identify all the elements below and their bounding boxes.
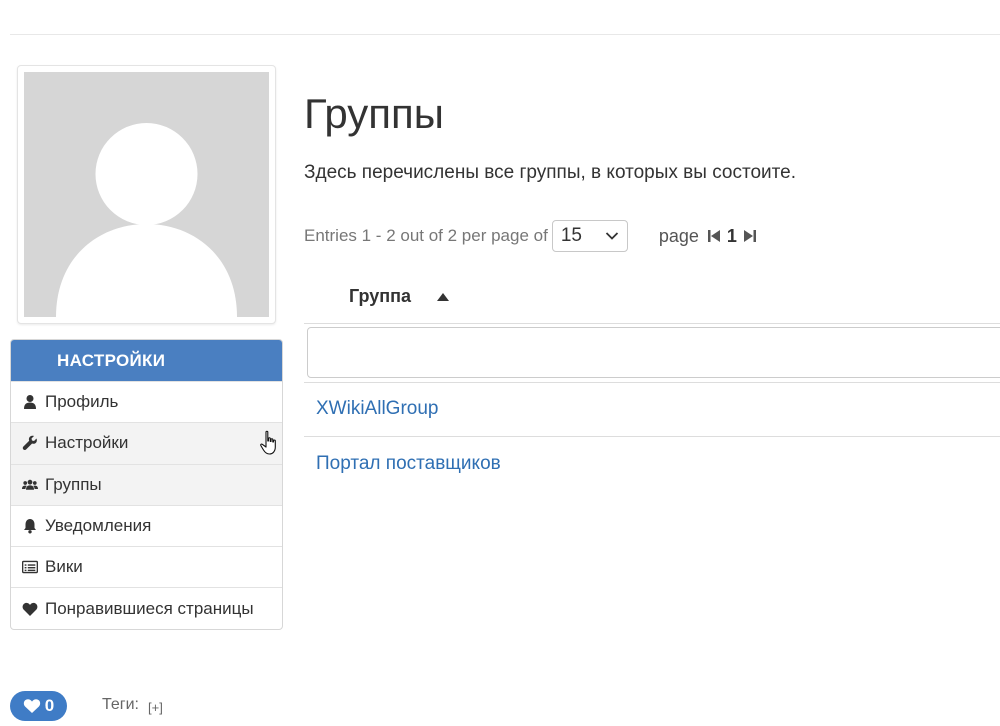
last-page-button[interactable]: [743, 228, 757, 244]
group-filter-input[interactable]: [307, 327, 1000, 378]
pagination-bar: Entries 1 - 2 out of 2 per page of 15 pa…: [304, 220, 757, 252]
group-link[interactable]: XWikiAllGroup: [316, 398, 438, 420]
avatar-placeholder-icon: [24, 72, 269, 317]
page-label: page: [658, 225, 699, 246]
heart-icon: [23, 699, 40, 713]
settings-item-label: Профиль: [45, 392, 119, 412]
heart-icon: [21, 600, 39, 618]
step-backward-icon: [707, 230, 720, 242]
page-title: Группы: [304, 90, 444, 137]
current-page-number[interactable]: 1: [727, 226, 737, 247]
settings-item-label: Настройки: [45, 433, 129, 453]
group-link[interactable]: Портал поставщиков: [316, 453, 501, 475]
table-header-divider: [304, 323, 1000, 324]
add-tag-link[interactable]: [+]: [148, 700, 163, 715]
tags-label: Теги:: [102, 696, 139, 713]
settings-item-label: Уведомления: [45, 516, 152, 536]
settings-item-label: Группы: [45, 474, 102, 494]
settings-item-label: Понравившиеся страницы: [45, 598, 254, 618]
entries-summary: Entries 1 - 2 out of 2 per page of: [304, 226, 548, 245]
settings-heading: НАСТРОЙКИ: [11, 340, 282, 381]
settings-item-profile[interactable]: Профиль: [11, 381, 282, 422]
table-row-divider: [304, 382, 1000, 383]
settings-item-wikis[interactable]: Вики: [11, 546, 282, 587]
table-row-divider: [304, 436, 1000, 437]
settings-item-liked-pages[interactable]: Понравившиеся страницы: [11, 587, 282, 628]
per-page-select[interactable]: 15: [551, 220, 628, 252]
settings-panel: НАСТРОЙКИ Профиль Настройки Группы Уведо…: [10, 339, 283, 630]
avatar[interactable]: [17, 65, 276, 324]
per-page-value: 15: [560, 225, 582, 246]
chevron-down-icon: [605, 232, 618, 240]
step-forward-icon: [743, 230, 756, 242]
settings-item-groups[interactable]: Группы: [11, 463, 282, 505]
hand-cursor-icon: [260, 430, 276, 455]
column-header-label: Группа: [349, 286, 412, 306]
wrench-icon: [21, 434, 39, 452]
first-page-button[interactable]: [707, 228, 721, 244]
user-icon: [21, 393, 39, 411]
page-description: Здесь перечислены все группы, в которых …: [304, 162, 796, 183]
settings-item-notifications[interactable]: Уведомления: [11, 504, 282, 546]
settings-item-label: Вики: [45, 557, 83, 577]
list-icon: [21, 558, 39, 576]
group-column-header[interactable]: Группа: [349, 286, 450, 307]
bell-icon: [21, 517, 39, 535]
top-divider: [10, 34, 1000, 35]
sort-ascending-icon: [437, 292, 450, 301]
users-icon: [21, 476, 39, 494]
settings-item-preferences[interactable]: Настройки: [11, 422, 282, 464]
like-button[interactable]: 0: [10, 691, 67, 721]
like-count: 0: [44, 696, 55, 715]
